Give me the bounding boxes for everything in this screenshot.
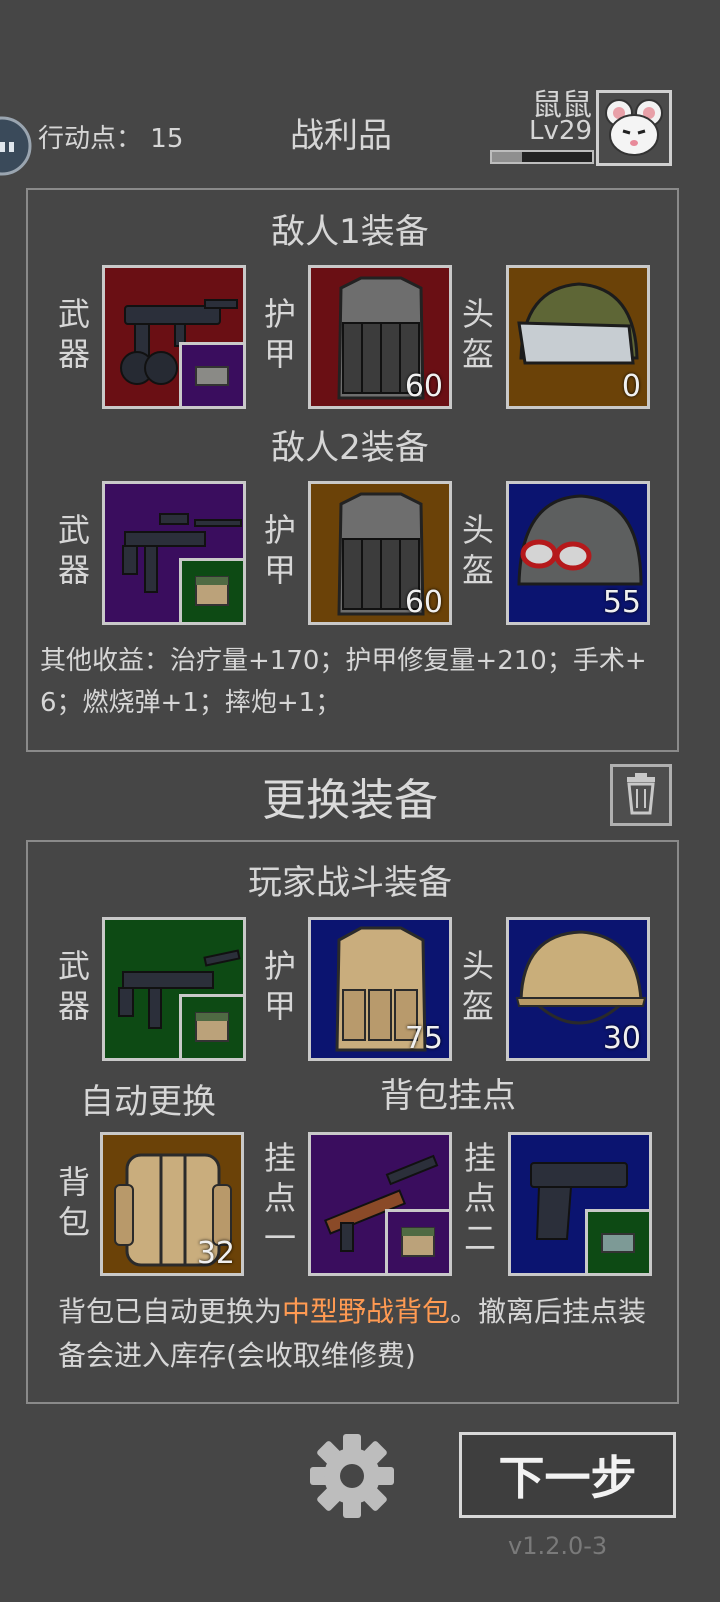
player-avatar[interactable] xyxy=(596,90,672,166)
action-points: 行动点： 15 xyxy=(38,118,183,155)
trash-button[interactable] xyxy=(610,764,672,826)
player-weapon-slot[interactable] xyxy=(102,917,246,1061)
enemy1-weapon-ammo xyxy=(179,342,243,406)
mount1-label: 挂点一 xyxy=(263,1139,296,1257)
backpack-mounts-label: 背包挂点 xyxy=(380,1076,516,1116)
enemy1-helmet-value: 0 xyxy=(621,369,641,404)
enemy1-helmet-slot[interactable]: 0 xyxy=(506,265,650,409)
page-title: 战利品 xyxy=(290,116,392,156)
enemy1-weapon-slot[interactable] xyxy=(102,265,246,409)
ammo-crate-icon xyxy=(195,1012,229,1042)
armor-label: 护甲 xyxy=(263,947,296,1025)
auto-swap-label[interactable]: 自动更换 xyxy=(80,1074,216,1123)
backpack-note: 背包已自动更换为中型野战背包。撤离后挂点装备会进入库存(会收取维修费) xyxy=(58,1290,674,1378)
helmet-label: 头盔 xyxy=(461,511,494,589)
backpack-label: 背包 xyxy=(57,1163,90,1241)
enemy1-title: 敌人1装备 xyxy=(271,212,429,252)
gear-icon xyxy=(310,1434,394,1518)
weapon-label: 武器 xyxy=(57,295,90,373)
enemy2-helmet-value: 55 xyxy=(602,585,641,620)
armor-label: 护甲 xyxy=(263,295,296,373)
note-highlight: 中型野战背包 xyxy=(282,1295,451,1328)
mount1-slot[interactable] xyxy=(308,1132,452,1276)
ammo-box-icon xyxy=(601,1233,635,1253)
xp-bar-fill xyxy=(492,152,522,162)
backpack-slot[interactable]: 32 xyxy=(100,1132,244,1276)
enemy2-weapon-slot[interactable] xyxy=(102,481,246,625)
weapon-label: 武器 xyxy=(57,511,90,589)
armor-label: 护甲 xyxy=(263,511,296,589)
player-armor-value: 75 xyxy=(404,1021,443,1056)
mount1-ammo xyxy=(385,1209,449,1273)
weapon-label: 武器 xyxy=(57,947,90,1025)
enemy1-armor-slot[interactable]: 60 xyxy=(308,265,452,409)
ammo-box-icon xyxy=(195,366,229,386)
helmet-label: 头盔 xyxy=(461,947,494,1025)
enemy2-weapon-ammo xyxy=(179,558,243,622)
enemy2-armor-value: 60 xyxy=(404,585,443,620)
other-gains: 其他收益：治疗量+170；护甲修复量+210；手术+6；燃烧弹+1；摔炮+1； xyxy=(40,646,647,718)
player-helmet-value: 30 xyxy=(602,1021,641,1056)
player-weapon-ammo xyxy=(179,994,243,1058)
version-label: v1.2.0-3 xyxy=(508,1532,608,1560)
backpack-value: 32 xyxy=(196,1236,235,1271)
ammo-crate-icon xyxy=(195,576,229,606)
mouse-avatar-icon xyxy=(605,99,663,156)
player-armor-slot[interactable]: 75 xyxy=(308,917,452,1061)
enemy2-title: 敌人2装备 xyxy=(271,428,429,468)
player-helmet-slot[interactable]: 30 xyxy=(506,917,650,1061)
note-prefix: 背包已自动更换为 xyxy=(58,1295,283,1328)
xp-bar xyxy=(490,150,594,164)
enemy2-armor-slot[interactable]: 60 xyxy=(308,481,452,625)
action-points-label: 行动点： xyxy=(38,124,143,154)
mount2-ammo xyxy=(585,1209,649,1273)
enemy1-armor-value: 60 xyxy=(404,369,443,404)
player-level: Lv29 xyxy=(529,116,592,146)
helmet-label: 头盔 xyxy=(461,295,494,373)
trash-icon xyxy=(627,773,655,815)
ammo-crate-icon xyxy=(401,1227,435,1257)
player-gear-title: 玩家战斗装备 xyxy=(248,863,452,903)
mount2-slot[interactable] xyxy=(508,1132,652,1276)
enemy2-helmet-slot[interactable]: 55 xyxy=(506,481,650,625)
next-step-button[interactable]: 下一步 xyxy=(459,1432,676,1518)
action-points-value: 15 xyxy=(150,124,184,154)
next-step-label: 下一步 xyxy=(498,1451,637,1505)
swap-title: 更换装备 xyxy=(262,775,438,826)
mount2-label: 挂点二 xyxy=(463,1139,496,1257)
settings-button[interactable] xyxy=(308,1432,396,1520)
chat-bubble-icon[interactable] xyxy=(0,116,34,176)
